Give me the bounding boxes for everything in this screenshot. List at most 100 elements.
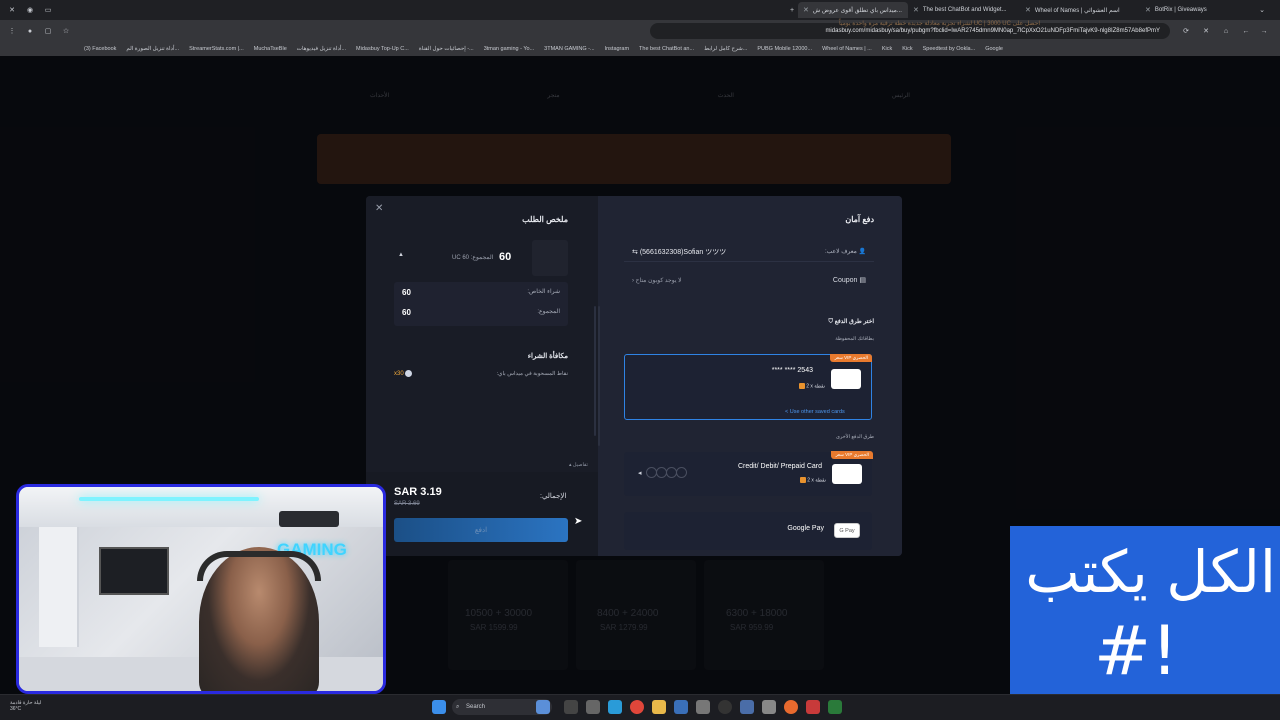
app-icon[interactable] — [806, 700, 820, 714]
bookmark-item[interactable]: Wheel of Names | ... — [822, 46, 872, 52]
bookmark-item[interactable]: StreamerStats.com |... — [189, 46, 244, 52]
pay-button[interactable]: ادفع — [394, 518, 568, 542]
chevron-left-icon: ‹ — [632, 278, 634, 284]
bookmark-item[interactable]: أداة تنزيل الصورة الم... — [126, 46, 179, 52]
saved-card-option[interactable]: سعر VIP الحصري **** **** 2543 2 x نقطة <… — [624, 354, 872, 420]
player-id-label-text: معرف لاعب: — [824, 249, 857, 255]
forward-arrow-icon[interactable]: → — [1258, 25, 1270, 37]
bookmark-item[interactable]: The best ChatBot an... — [639, 46, 694, 52]
home-icon[interactable]: ⌂ — [1220, 25, 1232, 37]
bookmark-item[interactable]: (3) Facebook — [84, 46, 116, 52]
app-icon[interactable] — [718, 700, 732, 714]
bookmarks-bar: (3) Facebook أداة تنزيل الصورة الم... St… — [0, 42, 1280, 56]
tab-close-icon[interactable]: ✕ — [913, 6, 919, 14]
app-icon[interactable] — [762, 700, 776, 714]
app-icon[interactable] — [740, 700, 754, 714]
folder-icon[interactable] — [652, 700, 666, 714]
new-tab-icon[interactable]: + — [786, 4, 798, 16]
secure-payment-title: دفع آمان — [845, 215, 874, 224]
extensions-icon[interactable]: ▢ — [42, 25, 54, 37]
tab-wheel-of-names[interactable]: ✕ Wheel of Names | اسم العشوائي — [1020, 2, 1140, 18]
breakdown-value: 60 — [402, 308, 411, 317]
app-icon[interactable] — [586, 700, 600, 714]
tab-midasbuy[interactable]: ✕ ميداس باي تطلق أقوى عروض ش... — [798, 2, 908, 18]
tab-close-icon[interactable]: ✕ — [1025, 6, 1031, 14]
bookmark-item[interactable]: Google — [985, 46, 1003, 52]
points-multiplier: 2 x نقطة — [798, 383, 825, 389]
back-icon[interactable]: ← — [1240, 25, 1252, 37]
details-label: تفاصيل — [572, 462, 588, 468]
search-icon: ⌕ — [456, 703, 460, 710]
saved-card-number: **** **** 2543 — [771, 367, 813, 374]
pay-button-label: ادفع — [474, 527, 488, 534]
vertical-tabs-icon[interactable]: ▭ — [42, 4, 54, 16]
summary-scrollbar[interactable] — [594, 306, 596, 436]
breakdown-label: شراء الخاص: — [527, 289, 560, 295]
choose-payment-title: اختر طرق الدفع ⛉ — [829, 318, 874, 326]
app-icon[interactable] — [564, 700, 578, 714]
address-toolbar: ⋮ ● ▢ ☆ midasbuy.com/midasbuy/sa/buy/pub… — [0, 20, 1280, 42]
google-pay-logo: G Pay — [834, 523, 860, 538]
vip-badge: سعر VIP الحصري — [830, 354, 872, 362]
menu-dots-icon[interactable]: ⋮ — [6, 25, 18, 37]
bookmark-item[interactable]: أداة تنزيل فيديوهات... — [297, 46, 346, 52]
bookmark-item[interactable]: Kick — [882, 46, 892, 52]
tab-close-icon[interactable]: ✕ — [803, 6, 809, 14]
player-id-row[interactable]: 👤 معرف لاعب: ⇆ (5661632308)Sofian ツツツ — [624, 242, 874, 262]
bookmark-item[interactable]: إحصائيات حول القناة -... — [419, 46, 474, 52]
window-menu-icon[interactable]: ✕ — [6, 4, 18, 16]
player-id-label: 👤 معرف لاعب: — [825, 248, 866, 255]
forward-icon[interactable]: ✕ — [1200, 25, 1212, 37]
webcam-air-conditioner — [279, 511, 339, 527]
bookmark-item[interactable]: 3TMAN GAMING -... — [544, 46, 594, 52]
bookmark-item[interactable]: 3tman gaming - Yo... — [484, 46, 534, 52]
tab-title: Wheel of Names | اسم العشوائي — [1034, 7, 1120, 14]
tab-search-icon[interactable]: ⌄ — [1256, 4, 1268, 16]
webcam-shelves — [39, 527, 79, 647]
player-id-value: ⇆ (5661632308)Sofian ツツツ — [632, 247, 726, 257]
widgets-icon[interactable] — [536, 700, 550, 714]
chevron-up-icon[interactable]: ▲ — [398, 252, 404, 258]
chrome-icon[interactable] — [630, 700, 644, 714]
weather-widget[interactable]: ليلة حارة قادمة 36°C — [10, 700, 41, 712]
browser-tab-strip: ✕ ◉ ▭ + ✕ ميداس باي تطلق أقوى عروض ش... … — [0, 0, 1280, 20]
player-name-text: (5661632308)Sofian ツツツ — [639, 249, 727, 256]
payment-scrollbar[interactable] — [598, 306, 600, 446]
app-icon[interactable] — [674, 700, 688, 714]
bookmark-item[interactable]: شرح كامل لرابط... — [704, 46, 747, 52]
bookmark-item[interactable]: PUBG Mobile 12000... — [757, 46, 812, 52]
bookmark-item[interactable]: Instagram — [605, 46, 629, 52]
google-pay-option[interactable]: Google Pay G Pay — [624, 512, 872, 550]
bookmark-item[interactable]: MuchaTseBle — [254, 46, 287, 52]
profile-icon[interactable]: ● — [24, 25, 36, 37]
points-text: 2 x نقطة — [807, 477, 826, 484]
edge-icon[interactable] — [608, 700, 622, 714]
bookmark-item[interactable]: Speedtest by Ookla... — [923, 46, 976, 52]
windows-start-icon[interactable] — [432, 700, 446, 714]
close-icon[interactable]: ✕ — [375, 203, 383, 214]
credit-card-option[interactable]: سعر VIP الحصري Credit/ Debit/ Prepaid Ca… — [624, 451, 873, 496]
coupon-row[interactable]: Coupon ▤ لا يوجد كوبون متاح ‹ — [624, 270, 874, 290]
firefox-icon[interactable] — [784, 700, 798, 714]
app-icon[interactable] — [696, 700, 710, 714]
reload-icon[interactable]: ⟳ — [1180, 25, 1192, 37]
reward-amount: x30 — [394, 371, 404, 378]
search-placeholder: Search — [466, 704, 486, 710]
overlay-line-2: #! — [1094, 612, 1179, 691]
choose-payment-text: اختر طرق الدفع — [834, 319, 874, 325]
bookmark-item[interactable]: Midasbuy Top-Up C... — [356, 46, 409, 52]
tab-chatbot[interactable]: ✕ The best ChatBot and Widget... — [908, 2, 1020, 18]
google-pay-label: Google Pay — [787, 525, 824, 532]
payment-panel: دفع آمان 👤 معرف لاعب: ⇆ (5661632308)Sofi… — [598, 196, 902, 556]
tab-botrix[interactable]: ✕ BotRix | Giveaways — [1140, 2, 1250, 18]
purchase-reward-desc: نقاط المسحوبة في ميداس باي: — [496, 371, 568, 377]
tab-close-icon[interactable]: ✕ — [1145, 6, 1151, 14]
use-other-saved-cards-link[interactable]: < Use other saved cards — [785, 409, 845, 415]
app-icon[interactable] — [828, 700, 842, 714]
checkout-modal: ✕ ملخص الطلب 60 المجموع: 60 UC ▲ 60 شراء… — [366, 196, 902, 556]
breakdown-value: 60 — [402, 288, 411, 297]
details-toggle[interactable]: تفاصيل ▴ — [569, 462, 588, 468]
bookmark-item[interactable]: Kick — [902, 46, 912, 52]
swap-icon[interactable]: ⇆ — [632, 249, 638, 256]
bookmark-star-icon[interactable]: ☆ — [60, 25, 72, 37]
